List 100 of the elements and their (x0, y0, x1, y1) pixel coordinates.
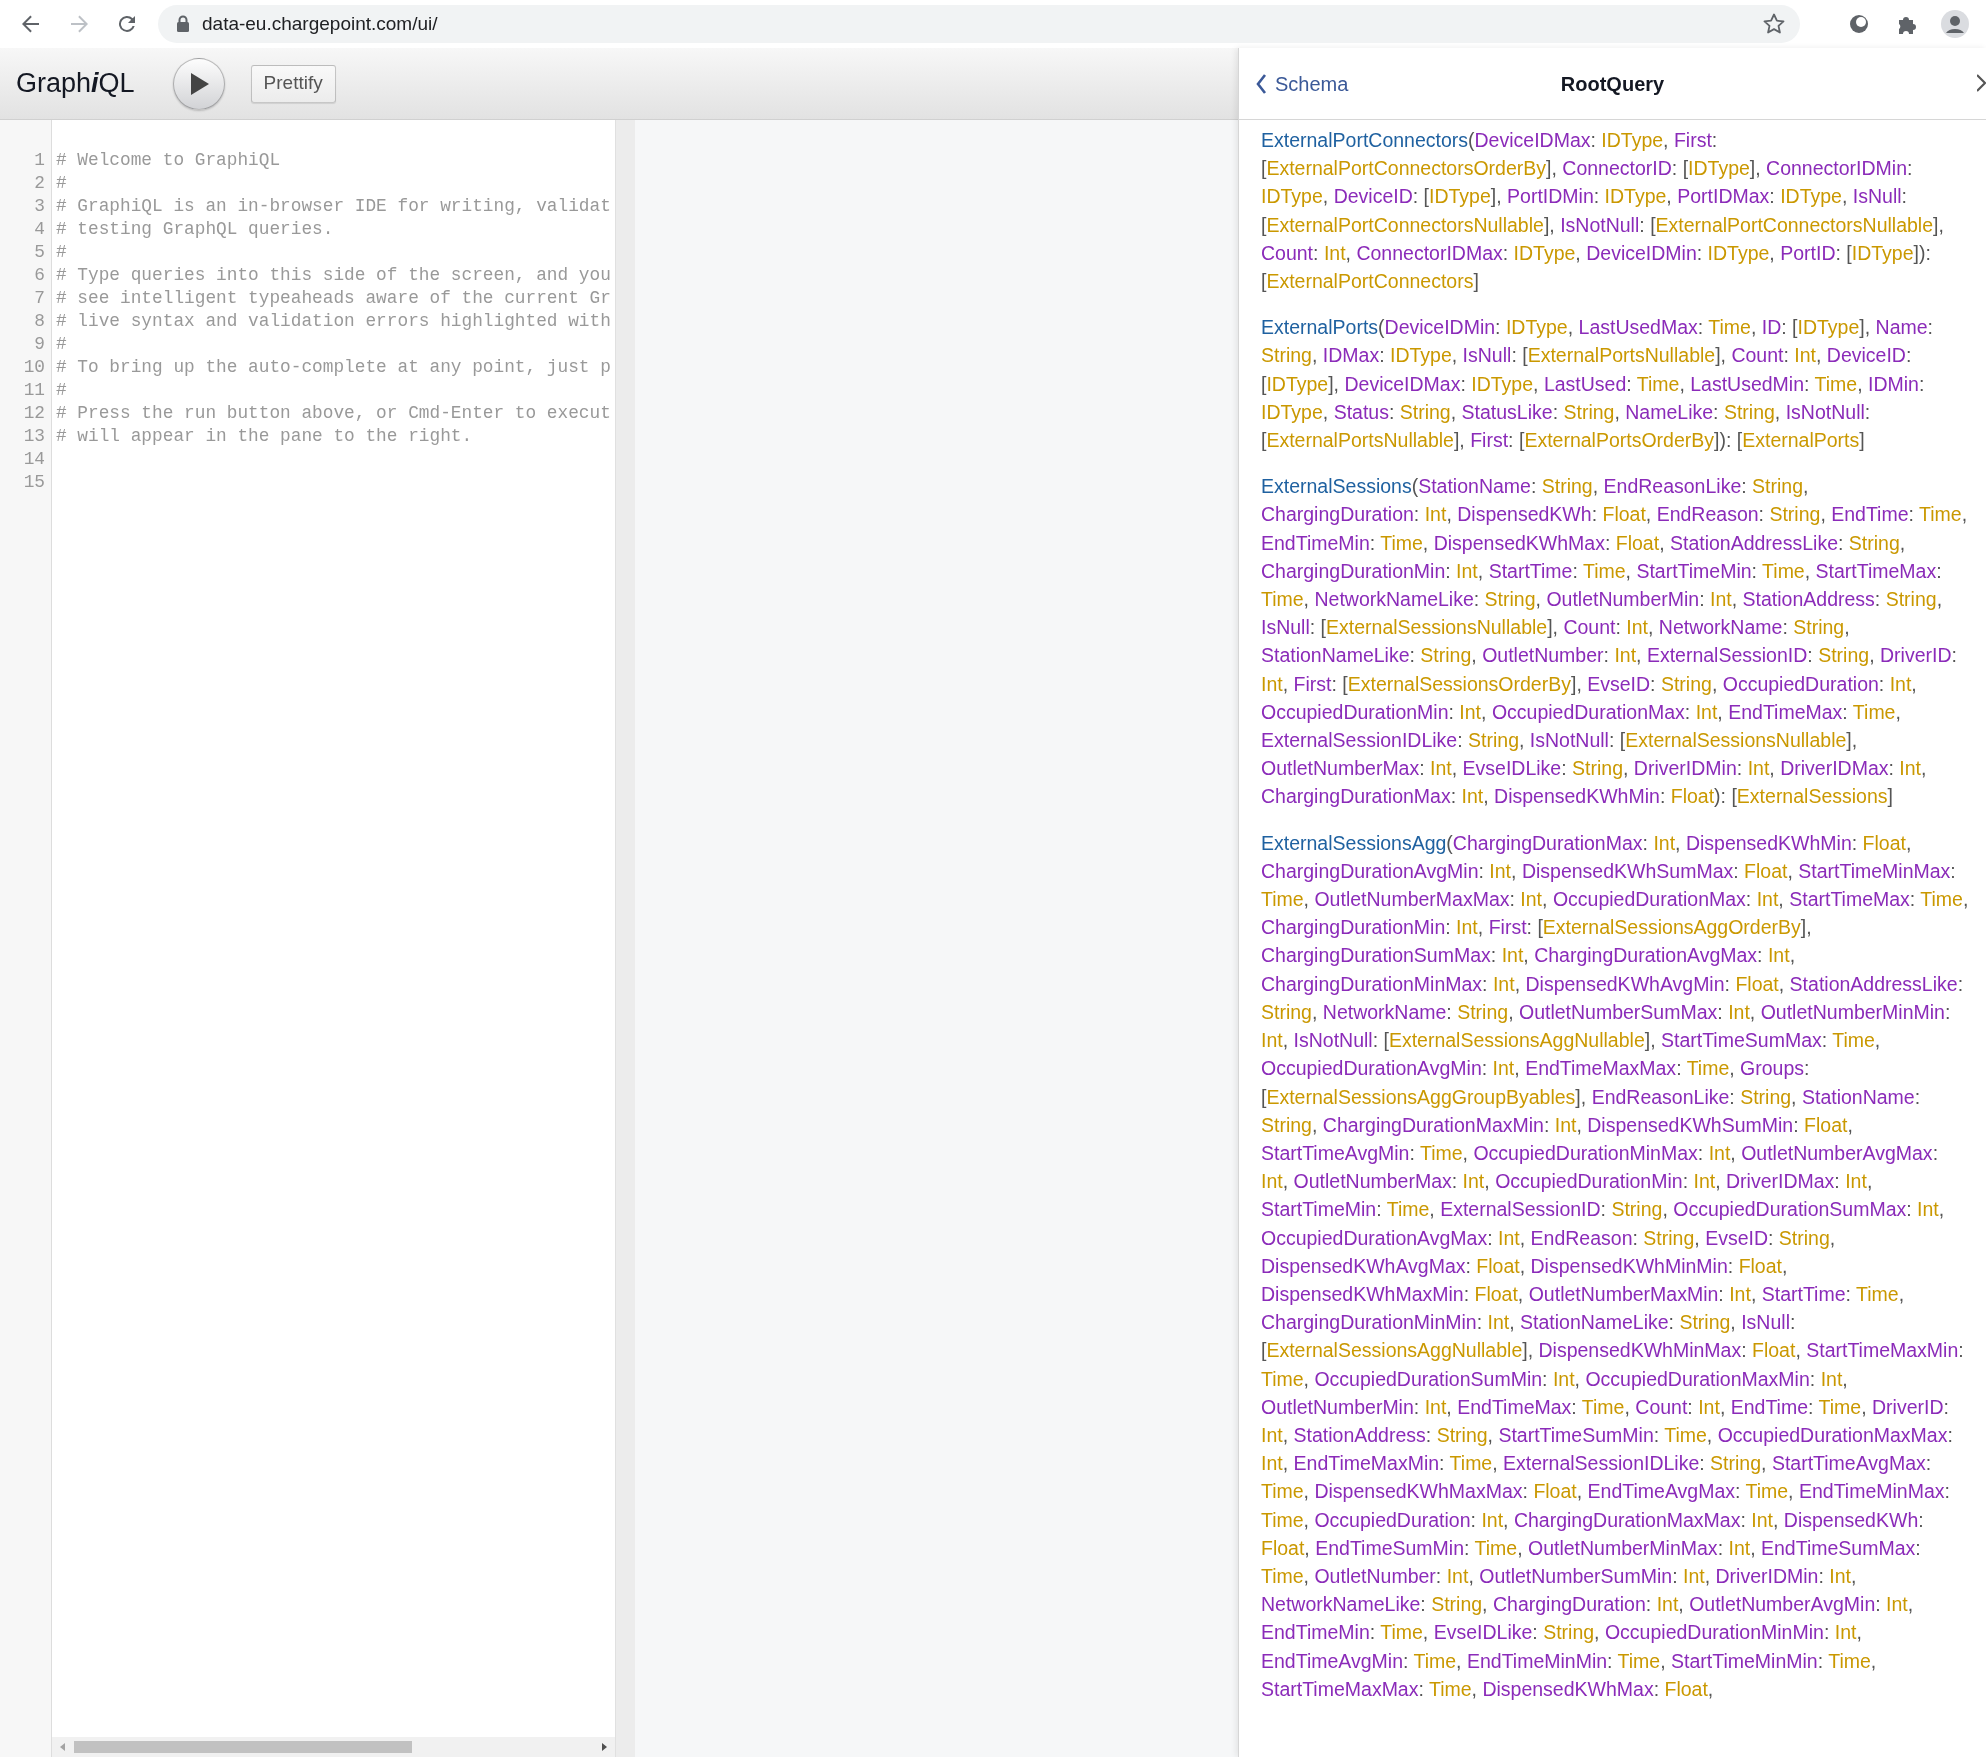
type-link[interactable]: String, (1611, 1198, 1668, 1221)
type-link[interactable]: Time, (1686, 1057, 1735, 1080)
type-link[interactable]: Float, (1804, 1113, 1853, 1136)
type-link[interactable]: Time, (1814, 372, 1863, 395)
type-link[interactable]: Int, (1899, 757, 1927, 780)
type-link[interactable]: Time, (1380, 1621, 1429, 1644)
type-link[interactable]: Int, (1520, 888, 1548, 911)
type-link[interactable]: Time, (1428, 1677, 1477, 1700)
type-link[interactable]: Float, (1474, 1282, 1524, 1305)
type-link[interactable]: Int, (1459, 700, 1487, 723)
type-link[interactable]: [IDType], (1792, 316, 1871, 339)
type-link[interactable]: Time, (1920, 888, 1969, 911)
type-link[interactable]: Int, (1889, 672, 1917, 695)
type-link[interactable]: String, (1752, 475, 1809, 498)
type-link[interactable]: [ExternalSessionsNullable], (1320, 616, 1558, 639)
type-link[interactable]: String, (1778, 1226, 1836, 1249)
type-link[interactable]: Time, (1261, 1367, 1310, 1390)
type-link[interactable]: Float, (1735, 972, 1785, 995)
type-link[interactable]: Time, (1636, 372, 1685, 395)
type-link[interactable]: [ExternalPorts] (1736, 429, 1865, 452)
type-link[interactable]: IDType, (1604, 185, 1672, 208)
type-link[interactable]: [ExternalSessionsNullable], (1619, 729, 1858, 752)
type-link[interactable]: Int, (1552, 1367, 1580, 1390)
type-link[interactable]: Float): (1670, 785, 1726, 808)
type-link[interactable]: Float, (1476, 1254, 1526, 1277)
type-link[interactable]: String, (1468, 729, 1525, 752)
type-link[interactable]: [ExternalPortConnectorsNullable], (1261, 213, 1555, 236)
type-link[interactable]: Time, (1261, 588, 1310, 611)
type-link[interactable]: Int, (1728, 1000, 1756, 1023)
type-link[interactable]: String, (1818, 644, 1875, 667)
type-link[interactable]: Time, (1818, 1395, 1867, 1418)
type-link[interactable]: Int, (1653, 831, 1681, 854)
type-link[interactable]: Int, (1261, 1029, 1289, 1052)
type-link[interactable]: Int, (1462, 1170, 1490, 1193)
type-link[interactable]: Int, (1656, 1593, 1684, 1616)
type-link[interactable]: String, (1420, 644, 1477, 667)
address-bar[interactable]: data-eu.chargepoint.com/ui/ (158, 5, 1800, 43)
type-link[interactable]: Int, (1261, 1452, 1289, 1475)
type-link[interactable]: IDType, (1780, 185, 1848, 208)
type-link[interactable]: String, (1261, 1113, 1318, 1136)
type-link[interactable]: Int, (1554, 1113, 1582, 1136)
type-link[interactable]: String, (1572, 757, 1629, 780)
type-link[interactable]: String, (1431, 1593, 1488, 1616)
type-link[interactable]: Int, (1492, 1057, 1520, 1080)
type-link[interactable]: Int, (1489, 859, 1517, 882)
type-link[interactable]: [IDType], (1682, 157, 1761, 180)
type-link[interactable]: Time, (1664, 1423, 1713, 1446)
field-name-link[interactable]: ExternalSessions( (1261, 475, 1419, 498)
type-link[interactable]: Time, (1449, 1452, 1498, 1475)
type-link[interactable]: String, (1484, 588, 1541, 611)
field-name-link[interactable]: ExternalPorts( (1261, 316, 1385, 339)
type-link[interactable]: Int, (1424, 503, 1452, 526)
type-link[interactable]: Int, (1456, 916, 1484, 939)
type-link[interactable]: String, (1769, 503, 1826, 526)
type-link[interactable]: IDType, (1261, 185, 1329, 208)
type-link[interactable]: String, (1679, 1311, 1736, 1334)
type-link[interactable]: Int, (1728, 1536, 1756, 1559)
type-link[interactable]: Int, (1492, 972, 1521, 995)
type-link[interactable]: String, (1848, 531, 1906, 554)
type-link[interactable]: Int, (1710, 588, 1738, 611)
type-link[interactable]: [ExternalSessions] (1731, 785, 1893, 808)
type-link[interactable]: Time, (1581, 1395, 1630, 1418)
type-link[interactable]: Int, (1886, 1593, 1914, 1616)
type-link[interactable]: String, (1436, 1423, 1493, 1446)
type-link[interactable]: [ExternalPortConnectorsNullable], (1650, 213, 1944, 236)
type-link[interactable]: [IDType], (1423, 185, 1502, 208)
type-link[interactable]: IDType, (1601, 129, 1669, 151)
type-link[interactable]: String, (1643, 1226, 1700, 1249)
type-link[interactable]: String, (1660, 672, 1718, 695)
type-link[interactable]: String, (1543, 1621, 1600, 1644)
type-link[interactable]: String, (1723, 400, 1781, 423)
type-link[interactable]: Time, (1617, 1649, 1666, 1672)
horizontal-scrollbar[interactable] (52, 1737, 615, 1757)
type-link[interactable]: Int, (1695, 700, 1723, 723)
type-link[interactable]: Time, (1852, 700, 1901, 723)
type-link[interactable]: Time, (1582, 559, 1631, 582)
bookmark-star-icon[interactable] (1762, 12, 1786, 36)
type-link[interactable]: String, (1261, 1000, 1318, 1023)
type-link[interactable]: Int, (1498, 1226, 1526, 1249)
type-link[interactable]: Time, (1419, 1141, 1468, 1164)
type-link[interactable]: String, (1563, 400, 1620, 423)
type-link[interactable]: Int, (1693, 1170, 1721, 1193)
type-link[interactable]: Float, (1664, 1677, 1714, 1700)
type-link[interactable]: Float, (1862, 831, 1912, 854)
type-link[interactable]: String, (1740, 1085, 1797, 1108)
type-link[interactable]: IDType, (1707, 241, 1775, 264)
type-link[interactable]: Int, (1481, 1508, 1509, 1531)
type-link[interactable]: Float, (1615, 531, 1665, 554)
type-link[interactable]: Int, (1729, 1282, 1757, 1305)
profile-icon[interactable] (1941, 10, 1969, 38)
type-link[interactable]: Int, (1456, 559, 1484, 582)
type-link[interactable]: [ExternalPortConnectors] (1261, 270, 1479, 292)
type-link[interactable]: Time, (1380, 531, 1429, 554)
type-link[interactable]: Time, (1828, 1649, 1877, 1672)
type-link[interactable]: String, (1261, 344, 1318, 367)
type-link[interactable]: [IDType]): (1846, 241, 1931, 264)
type-link[interactable]: Int, (1829, 1564, 1857, 1587)
type-link[interactable]: Int, (1756, 888, 1784, 911)
type-link[interactable]: Int, (1461, 785, 1489, 808)
type-link[interactable]: Time, (1762, 559, 1811, 582)
